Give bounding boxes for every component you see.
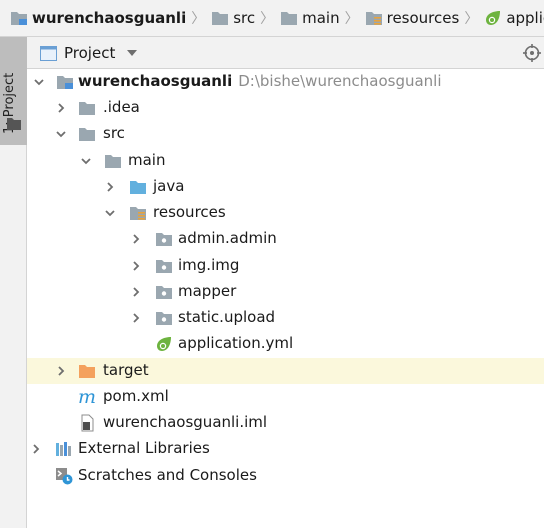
tree-item-static[interactable]: static.upload [27, 305, 544, 331]
tree-item-label: pom.xml [103, 387, 169, 405]
library-icon [56, 442, 71, 456]
breadcrumb-label: application. [506, 9, 544, 27]
maven-icon: m [78, 386, 97, 408]
tree-item-label: main [128, 151, 166, 169]
tree-item-label: static.upload [178, 308, 276, 326]
module-folder-icon [11, 12, 27, 25]
tree-item-label: External Libraries [78, 439, 210, 457]
chevron-right-icon: 〉 [260, 11, 275, 27]
package-folder-icon [156, 233, 172, 246]
tree-item-label: admin.admin [178, 229, 277, 247]
tree-item-pom[interactable]: m pom.xml [27, 384, 544, 410]
folder-icon [212, 12, 229, 25]
chevron-right-icon: 〉 [464, 11, 479, 27]
project-tool-tab[interactable]: 1: Project [0, 37, 27, 145]
tree-item-application-yml[interactable]: application.yml [27, 331, 544, 357]
tree-item-resources[interactable]: resources [27, 200, 544, 226]
project-tree: wurenchaosguanli D:\bishe\wurenchaosguanl… [27, 69, 544, 528]
tree-item-img[interactable]: img.img [27, 253, 544, 279]
spring-leaf-icon [486, 11, 501, 25]
tree-item-label: wurenchaosguanli.iml [103, 413, 268, 431]
root-name: wurenchaosguanli [78, 72, 233, 90]
dropdown-arrow-icon[interactable] [127, 50, 137, 56]
tree-item-label: mapper [178, 282, 237, 300]
package-folder-icon [156, 312, 172, 325]
chevron-right-icon[interactable] [131, 261, 141, 271]
chevron-right-icon[interactable] [105, 182, 115, 192]
tree-item-label: application.yml [178, 334, 294, 352]
chevron-right-icon[interactable] [131, 313, 141, 323]
tree-item-label: java [153, 177, 185, 195]
chevron-down-icon[interactable] [105, 208, 115, 218]
source-folder-icon [130, 181, 146, 194]
module-file-icon [81, 414, 94, 432]
tree-item-label: wurenchaosguanli D:\bishe\wurenchaosguanl… [78, 72, 442, 90]
tree-item-iml[interactable]: wurenchaosguanli.iml [27, 410, 544, 436]
tree-item-src[interactable]: src [27, 121, 544, 147]
chevron-down-icon[interactable] [81, 156, 91, 166]
project-panel-title[interactable]: Project [64, 44, 115, 62]
chevron-right-icon: 〉 [191, 11, 206, 27]
resources-folder-icon [130, 207, 146, 220]
chevron-right-icon[interactable] [131, 234, 141, 244]
tree-item-label: target [103, 361, 149, 379]
tree-item-idea[interactable]: .idea [27, 95, 544, 121]
tree-item-label: img.img [178, 256, 240, 274]
tree-item-label: .idea [103, 98, 140, 116]
root-path: D:\bishe\wurenchaosguanli [238, 72, 442, 90]
chevron-right-icon[interactable] [56, 366, 66, 376]
tree-item-label: resources [153, 203, 226, 221]
project-panel-header: Project [27, 37, 544, 69]
folder-icon [79, 102, 95, 115]
project-view-icon [40, 46, 57, 61]
tree-item-root[interactable]: wurenchaosguanli D:\bishe\wurenchaosguanl… [27, 69, 544, 95]
tree-item-mapper[interactable]: mapper [27, 279, 544, 305]
tree-item-scratches[interactable]: Scratches and Consoles [27, 463, 544, 489]
tree-item-main[interactable]: main [27, 148, 544, 174]
module-folder-icon [57, 76, 73, 89]
breadcrumb: wurenchaosguanli 〉 src 〉 main 〉 resource… [0, 0, 544, 37]
breadcrumb-item-resources[interactable]: resources [365, 0, 460, 36]
spring-leaf-icon [157, 337, 171, 351]
tool-window-strip: 1: Project [0, 37, 27, 528]
breadcrumb-label: main [302, 9, 340, 27]
resources-folder-icon [365, 12, 382, 25]
chevron-right-icon: 〉 [344, 11, 359, 27]
scratches-icon [56, 468, 73, 485]
locate-target-icon[interactable] [523, 44, 541, 62]
tree-item-label: Scratches and Consoles [78, 466, 257, 484]
chevron-right-icon[interactable] [131, 287, 141, 297]
breadcrumb-item-application[interactable]: application. [484, 0, 544, 36]
folder-icon [7, 118, 21, 130]
breadcrumb-item-project[interactable]: wurenchaosguanli [10, 0, 187, 36]
tree-item-external-libraries[interactable]: External Libraries [27, 436, 544, 462]
tree-item-target[interactable]: target [27, 358, 544, 384]
breadcrumb-label: wurenchaosguanli [32, 9, 187, 27]
breadcrumb-label: src [233, 9, 256, 27]
tree-item-java[interactable]: java [27, 174, 544, 200]
folder-icon [281, 12, 298, 25]
package-folder-icon [156, 286, 172, 299]
chevron-down-icon[interactable] [56, 129, 66, 139]
breadcrumb-label: resources [386, 9, 460, 27]
folder-icon [105, 155, 121, 168]
tree-item-admin[interactable]: admin.admin [27, 226, 544, 252]
chevron-right-icon[interactable] [31, 444, 41, 454]
tree-item-label: src [103, 124, 125, 142]
breadcrumb-item-main[interactable]: main [280, 0, 340, 36]
breadcrumb-item-src[interactable]: src [211, 0, 256, 36]
chevron-right-icon[interactable] [56, 103, 66, 113]
package-folder-icon [156, 260, 172, 273]
folder-icon [79, 128, 95, 141]
excluded-folder-icon [79, 365, 95, 378]
chevron-down-icon[interactable] [34, 77, 44, 87]
